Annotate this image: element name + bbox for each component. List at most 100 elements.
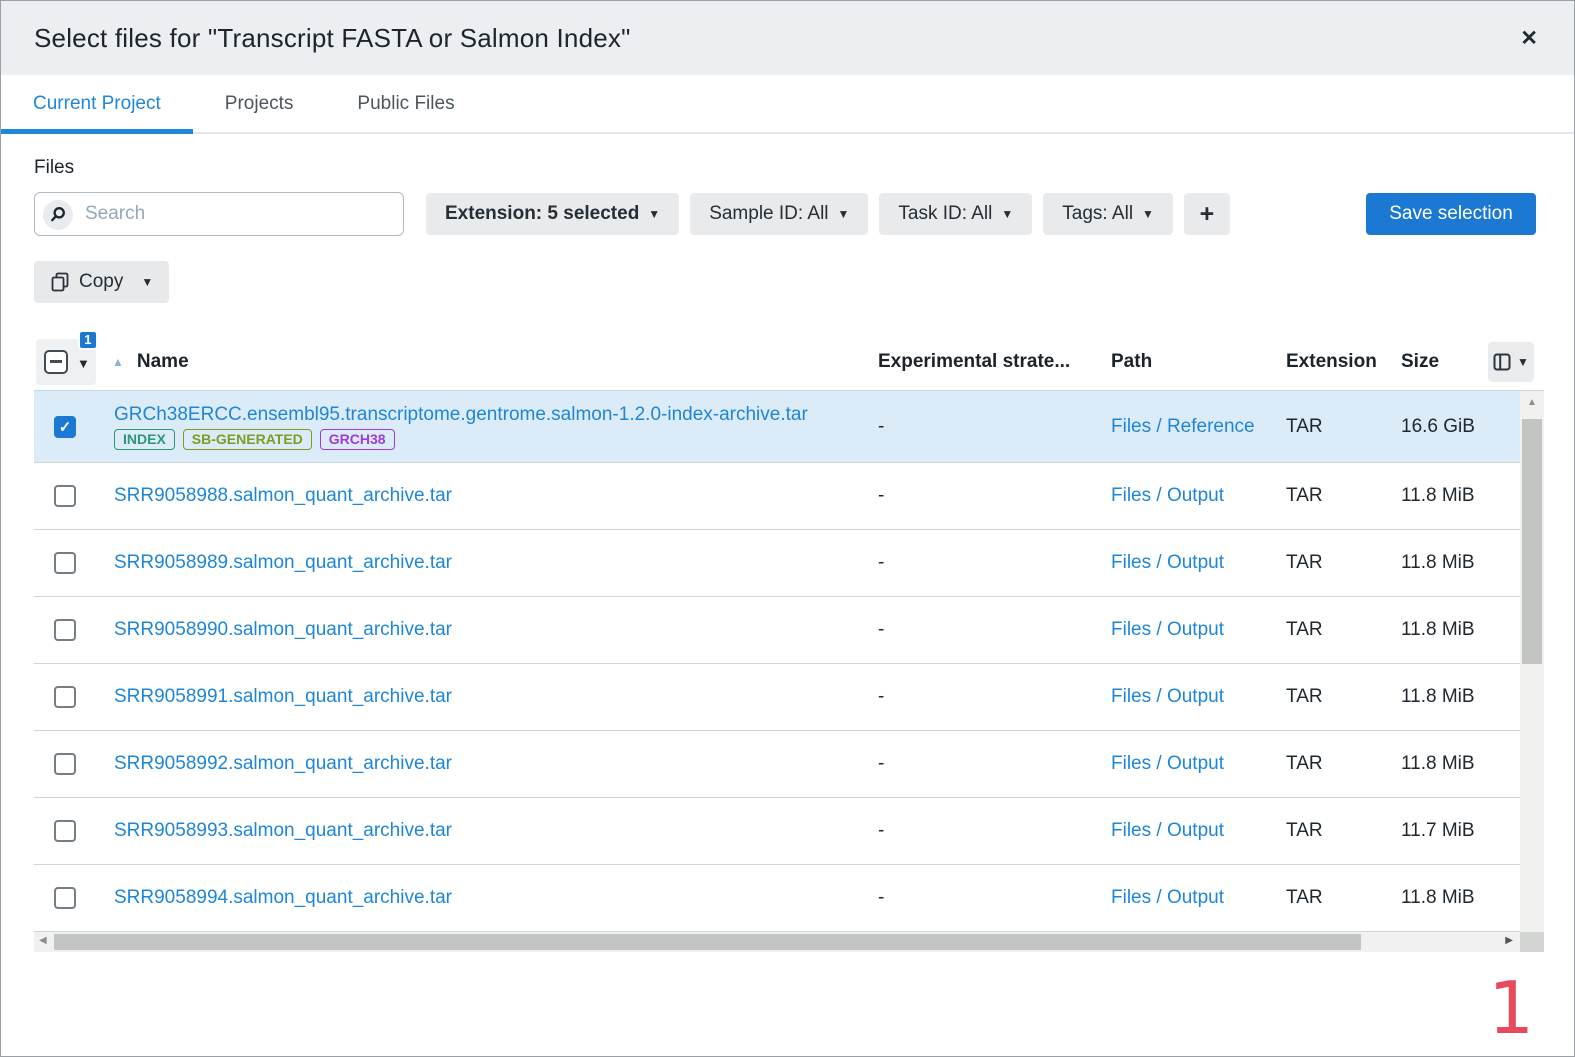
table-row[interactable]: SRR9058989.salmon_quant_archive.tar - Fi… [34,530,1520,597]
annotation-number: 1 [1488,966,1534,1050]
row-checkbox[interactable] [54,887,76,909]
row-checkbox[interactable] [54,820,76,842]
horizontal-scrollbar[interactable]: ◀ ▶ [34,932,1520,952]
path-link[interactable]: Files / Output [1111,887,1224,908]
tab-projects[interactable]: Projects [193,75,326,132]
close-icon[interactable]: ✕ [1520,28,1538,49]
filter-sample-id[interactable]: Sample ID: All ▼ [690,193,869,235]
cell-size: 11.7 MiB [1401,820,1475,841]
controls-row: Extension: 5 selected ▼ Sample ID: All ▼… [34,192,1574,236]
path-link[interactable]: Files / Reference [1111,416,1255,437]
cell-size: 16.6 GiB [1401,415,1475,437]
table-row[interactable]: SRR9058993.salmon_quant_archive.tar - Fi… [34,798,1520,865]
sort-ascending-icon[interactable]: ▲ [112,355,124,369]
filter-tags[interactable]: Tags: All ▼ [1043,193,1173,235]
add-filter-button[interactable]: + [1183,193,1230,235]
cell-extension: TAR [1286,686,1323,707]
copy-button-label: Copy [79,271,124,292]
file-name-link[interactable]: SRR9058994.salmon_quant_archive.tar [114,887,452,909]
selection-count-badge: 1 [77,329,98,350]
table-row[interactable]: SRR9058991.salmon_quant_archive.tar - Fi… [34,664,1520,731]
files-table: ▼ 1 ▲ Name Experimental strate... Path E… [34,329,1544,952]
table-row[interactable]: SRR9058988.salmon_quant_archive.tar - Fi… [34,463,1520,530]
filter-extension[interactable]: Extension: 5 selected ▼ [426,193,680,235]
cell-size: 11.8 MiB [1401,753,1475,774]
table-row[interactable]: SRR9058992.salmon_quant_archive.tar - Fi… [34,731,1520,798]
filter-bar: Extension: 5 selected ▼ Sample ID: All ▼… [426,193,1230,235]
header-experimental-strategy[interactable]: Experimental strate... [878,351,1111,373]
table-row[interactable]: ✓ GRCh38ERCC.ensembl95.transcriptome.gen… [34,391,1520,463]
search-input[interactable] [35,193,403,235]
cell-experimental-strategy: - [878,686,885,707]
file-tag-list: INDEX SB-GENERATED GRCH38 [114,428,395,450]
file-name-link[interactable]: SRR9058993.salmon_quant_archive.tar [114,820,452,842]
scroll-left-icon[interactable]: ◀ [39,935,47,946]
path-link[interactable]: Files / Output [1111,753,1224,774]
column-settings-button[interactable]: ▼ [1488,342,1534,382]
table-row[interactable]: SRR9058990.salmon_quant_archive.tar - Fi… [34,597,1520,664]
cell-size: 11.8 MiB [1401,485,1475,506]
table-body: ✓ GRCh38ERCC.ensembl95.transcriptome.gen… [34,391,1520,932]
path-link[interactable]: Files / Output [1111,820,1224,841]
cell-size: 11.8 MiB [1401,887,1475,908]
cell-extension: TAR [1286,619,1323,640]
cell-size: 11.8 MiB [1401,686,1475,707]
path-link[interactable]: Files / Output [1111,619,1224,640]
file-name-link[interactable]: SRR9058991.salmon_quant_archive.tar [114,686,452,708]
filter-task-id[interactable]: Task ID: All ▼ [879,193,1033,235]
cell-experimental-strategy: - [878,415,885,437]
cell-extension: TAR [1286,820,1323,841]
chevron-down-icon: ▼ [141,275,154,289]
chevron-down-icon: ▼ [1517,355,1529,369]
row-checkbox[interactable] [54,619,76,641]
cell-extension: TAR [1286,485,1323,506]
chevron-down-icon: ▼ [1142,207,1154,221]
header-path[interactable]: Path [1111,351,1286,373]
chevron-down-icon: ▼ [648,207,661,221]
row-checkbox[interactable] [54,753,76,775]
scrollbar-corner [1520,932,1544,952]
file-name-link[interactable]: SRR9058992.salmon_quant_archive.tar [114,753,452,775]
cell-extension: TAR [1286,753,1323,774]
file-name-link[interactable]: SRR9058988.salmon_quant_archive.tar [114,485,452,507]
cell-extension: TAR [1286,887,1323,908]
selection-menu-caret-icon[interactable]: ▼ [77,356,90,371]
path-link[interactable]: Files / Output [1111,485,1224,506]
tab-public-files[interactable]: Public Files [325,75,486,132]
row-checkbox[interactable] [54,485,76,507]
scroll-right-icon[interactable]: ▶ [1505,935,1513,946]
search-icon [43,200,73,230]
copy-button[interactable]: Copy ▼ [34,261,170,303]
table-row[interactable]: SRR9058994.salmon_quant_archive.tar - Fi… [34,865,1520,932]
select-files-dialog: Select files for "Transcript FASTA or Sa… [0,0,1575,1057]
scroll-up-icon[interactable]: ▲ [1520,397,1544,408]
save-selection-button[interactable]: Save selection [1366,193,1536,235]
cell-experimental-strategy: - [878,887,885,908]
cell-experimental-strategy: - [878,552,885,573]
file-tag: SB-GENERATED [182,428,312,450]
horizontal-scrollbar-thumb[interactable] [54,934,1361,950]
row-checkbox[interactable] [54,686,76,708]
columns-icon [1493,353,1511,371]
chevron-down-icon: ▼ [837,207,850,221]
select-all-checkbox[interactable] [44,349,68,374]
cell-extension: TAR [1286,415,1323,437]
copy-row: Copy ▼ [34,261,1574,303]
row-checkbox[interactable] [54,552,76,574]
files-section-label: Files [34,157,75,178]
path-link[interactable]: Files / Output [1111,686,1224,707]
copy-icon [50,272,70,292]
file-name-link[interactable]: SRR9058989.salmon_quant_archive.tar [114,552,452,574]
file-name-link[interactable]: SRR9058990.salmon_quant_archive.tar [114,619,452,641]
path-link[interactable]: Files / Output [1111,552,1224,573]
header-name[interactable]: Name [137,351,189,373]
row-checkbox[interactable]: ✓ [54,415,76,438]
filter-sample-id-label: Sample ID: All [709,203,829,224]
file-name-link[interactable]: GRCh38ERCC.ensembl95.transcriptome.gentr… [114,404,808,426]
header-extension[interactable]: Extension [1286,351,1401,373]
vertical-scrollbar[interactable]: ▲ ▼ [1520,391,1544,952]
tab-current-project[interactable]: Current Project [1,75,193,134]
cell-size: 11.8 MiB [1401,552,1475,573]
vertical-scrollbar-thumb[interactable] [1522,419,1542,664]
filter-extension-label: Extension: 5 selected [445,203,640,224]
